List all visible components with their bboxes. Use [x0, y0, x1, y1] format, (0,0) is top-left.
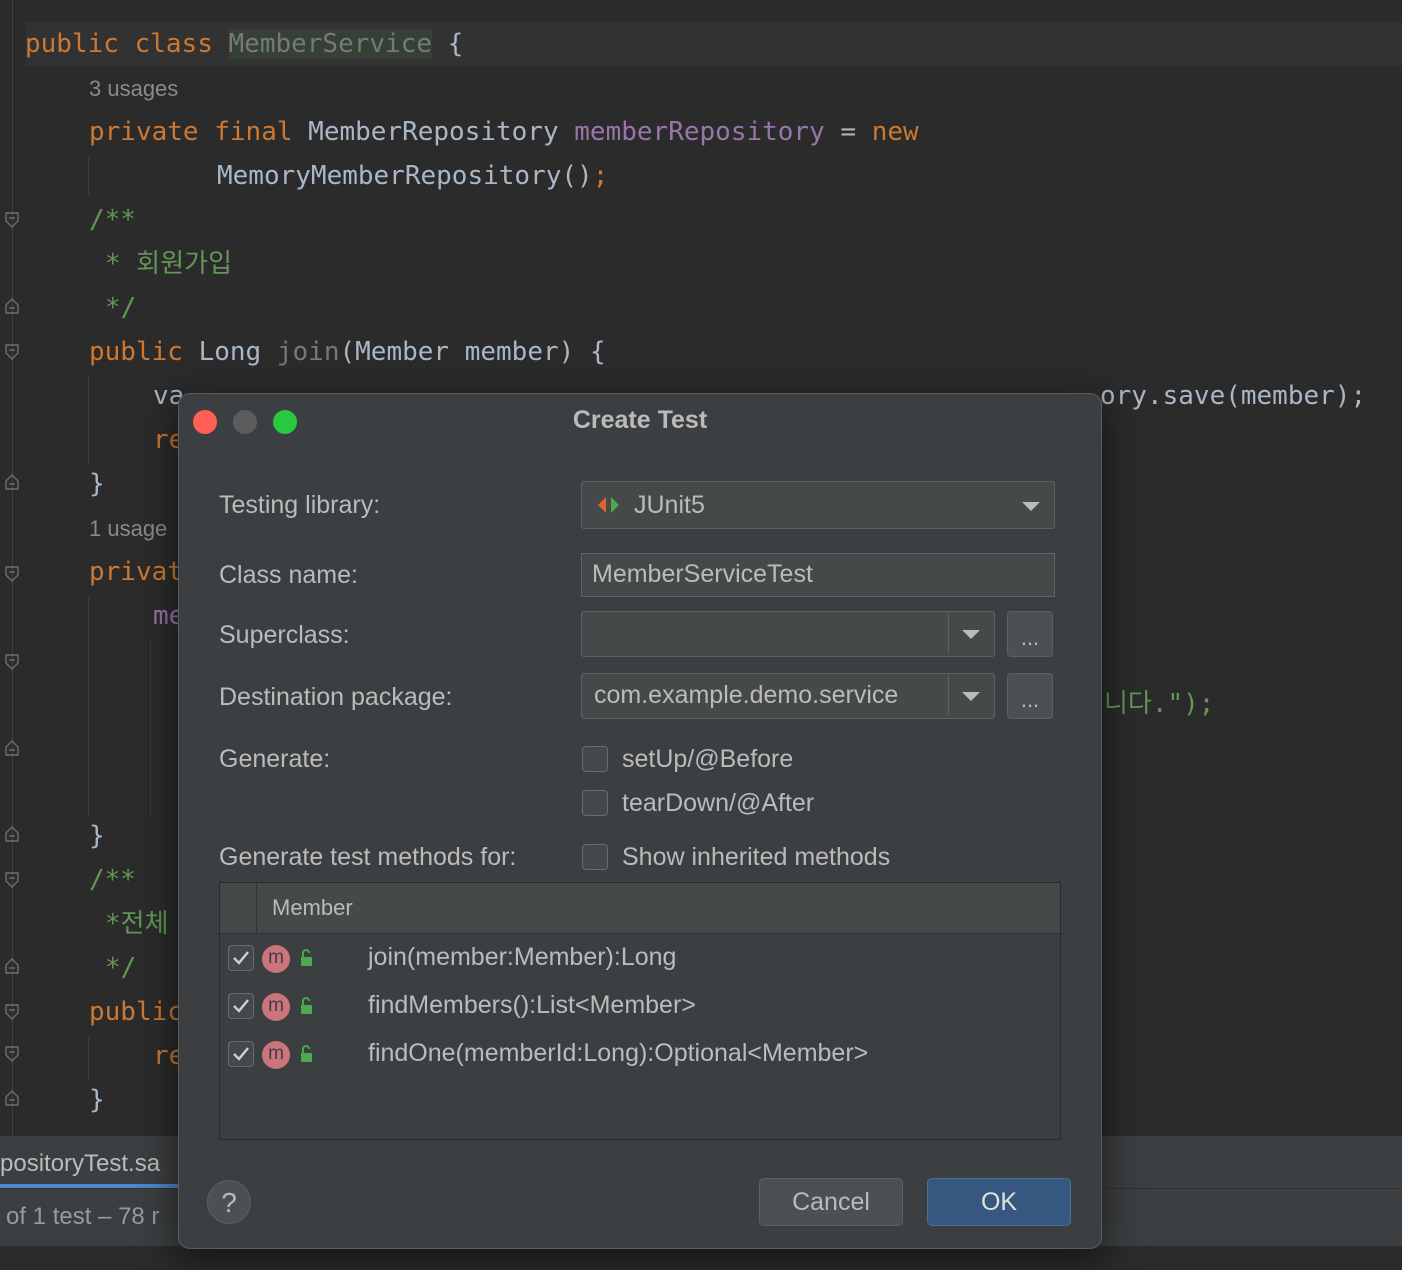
code-line-class-decl: public class MemberService {: [25, 29, 464, 59]
code-line-private: privat: [89, 557, 183, 587]
fold-icon[interactable]: [5, 1046, 19, 1062]
code-line-field-cont: MemoryMemberRepository();: [217, 161, 609, 191]
header-divider: [256, 883, 257, 933]
public-access-icon: [301, 997, 312, 1014]
code-line-join-decl: public Long join(Member member) {: [89, 337, 606, 367]
indent-guide: [88, 156, 89, 196]
fold-icon[interactable]: [5, 474, 19, 490]
table-row[interactable]: m findMembers():List<Member>: [220, 983, 1060, 1031]
cancel-button[interactable]: Cancel: [759, 1178, 903, 1226]
fold-icon[interactable]: [5, 566, 19, 582]
destination-package-select[interactable]: com.example.demo.service: [581, 673, 995, 719]
superclass-label: Superclass:: [219, 621, 350, 649]
method-label: findMembers():List<Member>: [368, 991, 696, 1019]
fold-icon[interactable]: [5, 1090, 19, 1106]
dialog-title: Create Test: [572, 406, 708, 434]
indent-guide: [88, 596, 89, 816]
code-line-comment: */: [105, 293, 137, 323]
chevron-down-icon: [1022, 502, 1040, 511]
code-line-brace: }: [89, 469, 105, 499]
chevron-down-icon: [962, 630, 980, 639]
fold-icon[interactable]: [5, 740, 19, 756]
run-tab[interactable]: positoryTest.sa: [0, 1150, 160, 1178]
help-button[interactable]: ?: [207, 1180, 251, 1224]
public-access-icon: [301, 949, 312, 966]
ok-button[interactable]: OK: [927, 1178, 1071, 1226]
method-checkbox[interactable]: [228, 1041, 254, 1067]
public-access-icon: [301, 1045, 312, 1062]
code-line-comment: *전체: [105, 909, 169, 939]
setup-checkbox-label[interactable]: setUp/@Before: [622, 745, 793, 774]
combo-divider: [948, 674, 949, 716]
code-line-body: ory.save(member);: [1100, 381, 1367, 411]
code-line-public: public: [89, 997, 183, 1027]
teardown-checkbox[interactable]: [582, 790, 608, 816]
method-label: findOne(memberId:Long):Optional<Member>: [368, 1039, 869, 1067]
combo-divider: [948, 612, 949, 654]
class-name-input[interactable]: [592, 560, 1042, 589]
code-line-brace: }: [89, 1085, 105, 1115]
fold-icon[interactable]: [5, 654, 19, 670]
indent-guide: [88, 376, 89, 464]
table-header: Member: [220, 883, 1060, 934]
test-status: of 1 test – 78 r: [6, 1203, 160, 1230]
code-line-comment: /**: [89, 865, 136, 895]
usage-hint[interactable]: 3 usages: [89, 76, 178, 102]
testing-library-value: JUnit5: [634, 491, 705, 519]
destination-package-value: com.example.demo.service: [594, 681, 899, 709]
chevron-down-icon: [962, 692, 980, 701]
usage-hint[interactable]: 1 usage: [89, 516, 167, 542]
class-name-label: Class name:: [219, 561, 358, 589]
code-line-string: 니다.");: [1104, 689, 1215, 719]
member-table: Member m join(member:Member):Long m find…: [219, 882, 1061, 1140]
show-inherited-label[interactable]: Show inherited methods: [622, 843, 890, 872]
setup-checkbox[interactable]: [582, 746, 608, 772]
fold-icon[interactable]: [5, 212, 19, 228]
method-icon: m: [262, 1041, 290, 1069]
checkmark-icon: [233, 951, 249, 965]
junit-icon: [598, 497, 619, 513]
fold-icon[interactable]: [5, 826, 19, 842]
code-line-comment: */: [105, 953, 137, 983]
superclass-browse-button[interactable]: ...: [1007, 611, 1053, 657]
testing-library-label: Testing library:: [219, 491, 381, 519]
fold-icon[interactable]: [5, 872, 19, 888]
status-bar: [0, 1246, 1402, 1270]
fold-icon[interactable]: [5, 1004, 19, 1020]
create-test-dialog: Create Test Testing library: JUnit5 Clas…: [178, 393, 1102, 1249]
code-line-brace: }: [89, 821, 105, 851]
superclass-select[interactable]: [581, 611, 995, 657]
fold-icon[interactable]: [5, 958, 19, 974]
table-row[interactable]: m join(member:Member):Long: [220, 935, 1060, 983]
method-checkbox[interactable]: [228, 945, 254, 971]
method-icon: m: [262, 945, 290, 973]
code-line-comment: * 회원가입: [105, 249, 232, 279]
indent-guide: [88, 1036, 89, 1080]
method-label: join(member:Member):Long: [368, 943, 677, 971]
code-line-field: private final MemberRepository memberRep…: [89, 117, 919, 147]
show-inherited-checkbox[interactable]: [582, 844, 608, 870]
generate-label: Generate:: [219, 745, 331, 773]
checkmark-icon: [233, 1047, 249, 1061]
method-checkbox[interactable]: [228, 993, 254, 1019]
indent-guide: [150, 640, 151, 816]
methods-for-label: Generate test methods for:: [219, 843, 517, 871]
fold-icon[interactable]: [5, 344, 19, 360]
teardown-checkbox-label[interactable]: tearDown/@After: [622, 789, 814, 818]
checkmark-icon: [233, 999, 249, 1013]
class-name-field[interactable]: [581, 553, 1055, 597]
table-row[interactable]: m findOne(memberId:Long):Optional<Member…: [220, 1031, 1060, 1079]
destination-package-label: Destination package:: [219, 683, 453, 711]
code-line-comment: /**: [89, 205, 136, 235]
testing-library-select[interactable]: JUnit5: [581, 481, 1055, 529]
member-column-header[interactable]: Member: [272, 895, 353, 921]
fold-icon[interactable]: [5, 298, 19, 314]
method-icon: m: [262, 993, 290, 1021]
destination-browse-button[interactable]: ...: [1007, 673, 1053, 719]
